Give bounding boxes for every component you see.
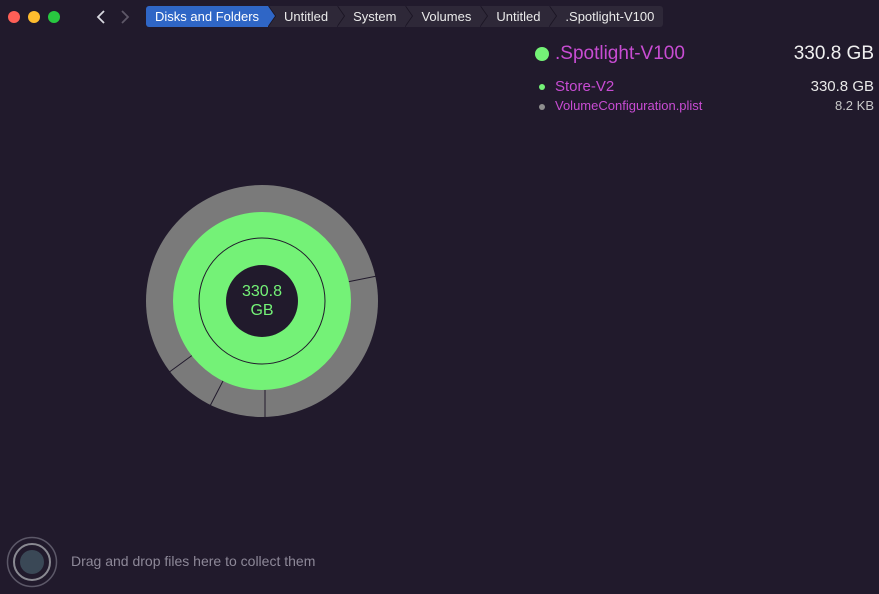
- center-size-label: 330.8 GB: [221, 282, 303, 320]
- selected-item-name[interactable]: .Spotlight-V100: [555, 43, 685, 65]
- center-size-unit: GB: [250, 302, 274, 319]
- selected-item-header: .Spotlight-V100 330.8 GB: [534, 42, 874, 68]
- chevron-right-icon: [121, 10, 130, 24]
- chevron-left-icon: [96, 10, 105, 24]
- drop-zone-hint: Drag and drop files here to collect them: [71, 553, 316, 569]
- close-window-button[interactable]: [8, 11, 20, 23]
- minimize-window-button[interactable]: [28, 11, 40, 23]
- forward-button[interactable]: [116, 8, 134, 26]
- back-button[interactable]: [92, 8, 110, 26]
- breadcrumb: Disks and Folders Untitled System Volume…: [146, 6, 664, 27]
- child-item-row[interactable]: VolumeConfiguration.plist 8.2 KB: [534, 98, 874, 122]
- child-item-name[interactable]: Store-V2: [555, 78, 614, 95]
- collect-target-icon[interactable]: [6, 536, 58, 588]
- selected-item-color-dot: [535, 47, 549, 61]
- child-item-color-dot: [539, 104, 545, 110]
- breadcrumb-item-volumes[interactable]: Volumes: [406, 6, 489, 27]
- selected-item-size: 330.8 GB: [793, 43, 874, 64]
- breadcrumb-item-untitled-volume[interactable]: Untitled: [481, 6, 558, 27]
- child-item-name[interactable]: VolumeConfiguration.plist: [555, 98, 702, 113]
- selection-info-panel: .Spotlight-V100 330.8 GB Store-V2 330.8 …: [534, 42, 874, 122]
- breadcrumb-item-disks-and-folders[interactable]: Disks and Folders: [146, 6, 277, 27]
- child-item-row[interactable]: Store-V2 330.8 GB: [534, 78, 874, 100]
- breadcrumb-item-system[interactable]: System: [338, 6, 414, 27]
- maximize-window-button[interactable]: [48, 11, 60, 23]
- center-size-value: 330.8: [241, 283, 283, 300]
- child-item-size: 330.8 GB: [810, 78, 874, 95]
- child-item-size: 8.2 KB: [834, 98, 874, 113]
- breadcrumb-item-spotlight[interactable]: .Spotlight-V100: [550, 6, 664, 27]
- child-item-color-dot: [539, 84, 545, 90]
- breadcrumb-item-untitled[interactable]: Untitled: [269, 6, 346, 27]
